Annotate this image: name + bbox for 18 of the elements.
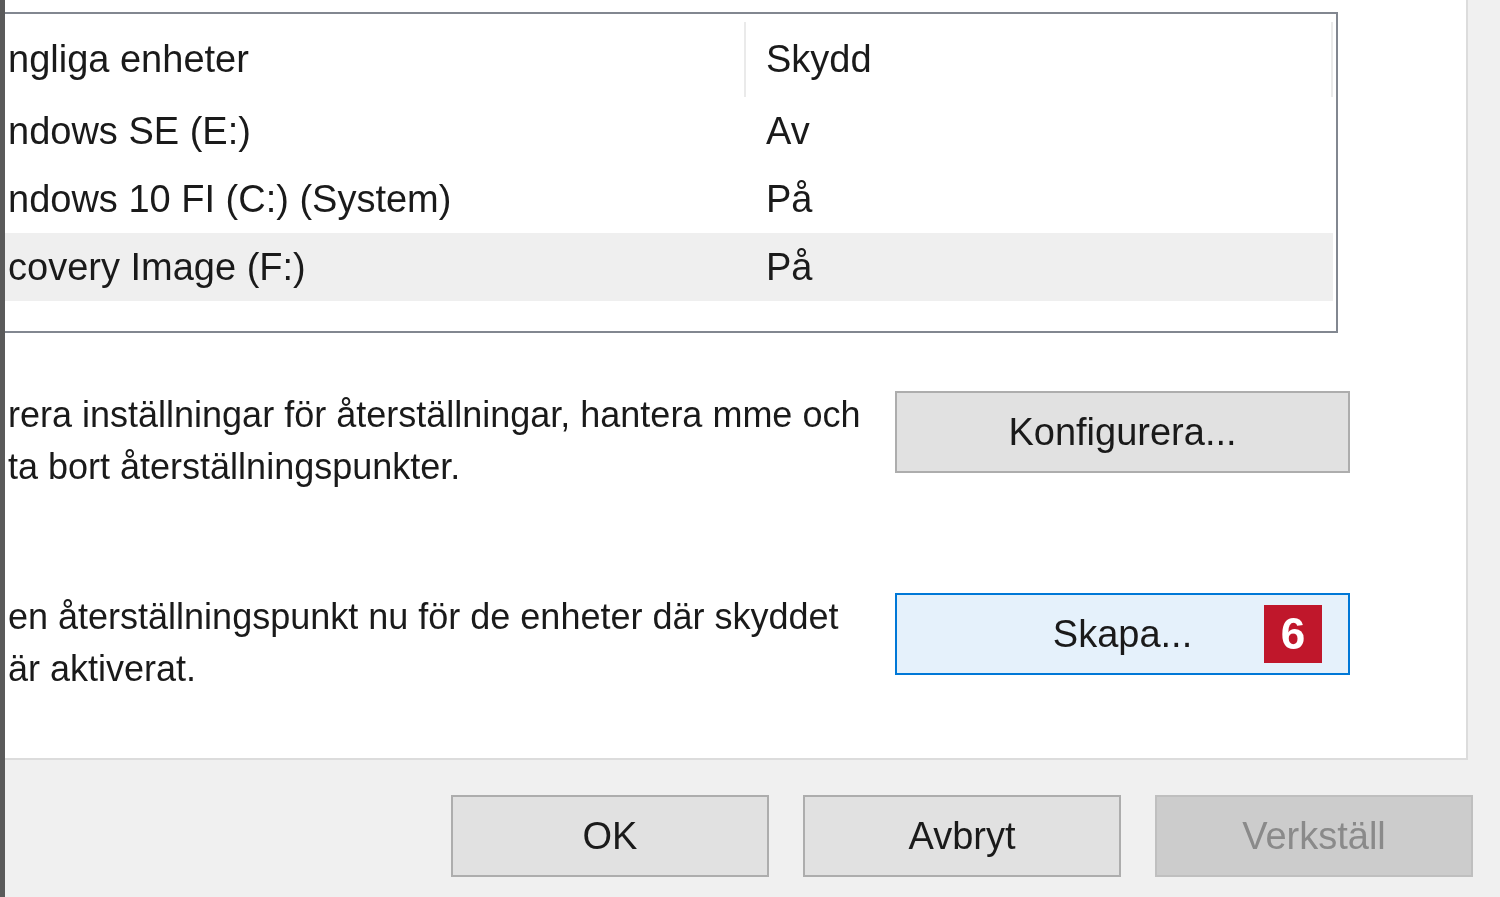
description-text: rera inställningar för återställningar, hantera mme och ta bort återställningspunkter. [7,393,862,489]
action-button[interactable]: Skapa... 6 [895,593,1350,675]
dialog-button[interactable]: OK [451,795,769,877]
protection-status: Av [765,109,810,153]
action-button[interactable]: Konfigurera... [895,391,1350,473]
protection-status: På [765,177,813,221]
drive-name: ndows SE (E:) [7,109,252,153]
protection-status: På [765,245,813,289]
drive-row[interactable]: ndows SE (E:) Av [5,97,1333,165]
description-text: en återställningspunkt nu för de enheter där skyddet är aktiverat. [7,595,840,691]
column-header[interactable]: ngliga enheter [5,22,746,97]
drive-name: covery Image (F:) [7,245,307,289]
dialog-button[interactable]: Avbryt [803,795,1121,877]
column-header[interactable]: Skydd [746,22,1333,97]
drive-name: ndows 10 FI (C:) (System) [7,177,453,221]
step-badge: 6 [1264,605,1322,663]
drive-row[interactable]: ndows 10 FI (C:) (System) På [5,165,1333,233]
drive-row[interactable]: covery Image (F:) På [5,233,1333,301]
